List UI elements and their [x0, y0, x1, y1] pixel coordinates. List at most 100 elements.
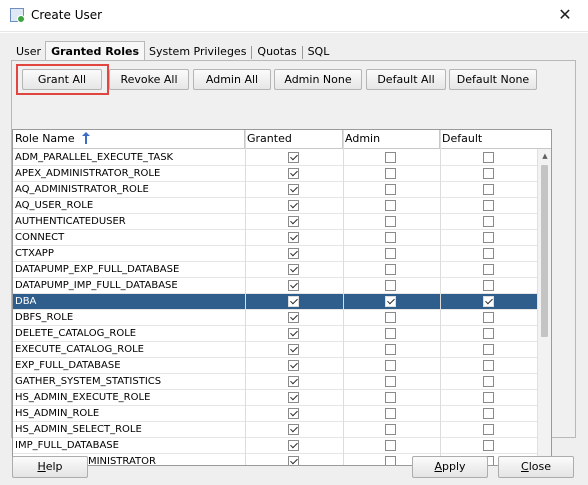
- table-row[interactable]: CONNECT: [13, 230, 538, 246]
- table-row[interactable]: GATHER_SYSTEM_STATISTICS: [13, 374, 538, 390]
- granted-checkbox[interactable]: [288, 328, 299, 339]
- table-row[interactable]: CTXAPP: [13, 246, 538, 262]
- admin-checkbox[interactable]: [385, 232, 396, 243]
- granted-checkbox[interactable]: [288, 296, 299, 307]
- granted-checkbox[interactable]: [288, 360, 299, 371]
- revoke-all-button[interactable]: Revoke All: [109, 69, 189, 90]
- granted-checkbox[interactable]: [288, 312, 299, 323]
- grant-all-button[interactable]: Grant All: [22, 69, 102, 90]
- table-row[interactable]: DATAPUMP_IMP_FULL_DATABASE: [13, 278, 538, 294]
- admin-checkbox[interactable]: [385, 296, 396, 307]
- admin-checkbox[interactable]: [385, 456, 396, 465]
- table-row[interactable]: DBFS_ROLE: [13, 310, 538, 326]
- default-checkbox[interactable]: [483, 424, 494, 435]
- table-row[interactable]: AUTHENTICATEDUSER: [13, 214, 538, 230]
- granted-checkbox[interactable]: [288, 408, 299, 419]
- default-checkbox[interactable]: [483, 152, 494, 163]
- granted-checkbox[interactable]: [288, 392, 299, 403]
- default-checkbox[interactable]: [483, 328, 494, 339]
- admin-checkbox[interactable]: [385, 216, 396, 227]
- granted-checkbox[interactable]: [288, 424, 299, 435]
- scroll-up-icon[interactable]: ▲: [538, 149, 551, 163]
- table-row[interactable]: IMP_FULL_DATABASE: [13, 438, 538, 454]
- granted-checkbox[interactable]: [288, 264, 299, 275]
- default-checkbox[interactable]: [483, 408, 494, 419]
- admin-checkbox[interactable]: [385, 424, 396, 435]
- granted-checkbox[interactable]: [288, 152, 299, 163]
- table-row[interactable]: APEX_ADMINISTRATOR_ROLE: [13, 166, 538, 182]
- table-row[interactable]: AQ_ADMINISTRATOR_ROLE: [13, 182, 538, 198]
- granted-checkbox[interactable]: [288, 200, 299, 211]
- granted-checkbox[interactable]: [288, 280, 299, 291]
- tab-sql[interactable]: SQL: [304, 44, 334, 61]
- default-checkbox[interactable]: [483, 184, 494, 195]
- table-row[interactable]: ADM_PARALLEL_EXECUTE_TASK: [13, 150, 538, 166]
- default-checkbox[interactable]: [483, 280, 494, 291]
- default-checkbox[interactable]: [483, 232, 494, 243]
- default-checkbox[interactable]: [483, 376, 494, 387]
- scrollbar-thumb[interactable]: [541, 165, 548, 337]
- admin-checkbox[interactable]: [385, 392, 396, 403]
- default-checkbox[interactable]: [483, 248, 494, 259]
- close-button[interactable]: Close: [498, 456, 574, 478]
- admin-checkbox[interactable]: [385, 344, 396, 355]
- admin-checkbox[interactable]: [385, 376, 396, 387]
- apply-button[interactable]: Apply: [412, 456, 488, 478]
- table-row[interactable]: EXECUTE_CATALOG_ROLE: [13, 342, 538, 358]
- default-checkbox[interactable]: [483, 296, 494, 307]
- admin-checkbox[interactable]: [385, 408, 396, 419]
- default-checkbox[interactable]: [483, 168, 494, 179]
- granted-checkbox[interactable]: [288, 456, 299, 465]
- admin-checkbox[interactable]: [385, 312, 396, 323]
- default-checkbox[interactable]: [483, 360, 494, 371]
- admin-checkbox[interactable]: [385, 328, 396, 339]
- close-window-icon[interactable]: ✕: [542, 0, 588, 31]
- admin-checkbox[interactable]: [385, 360, 396, 371]
- table-row[interactable]: AQ_USER_ROLE: [13, 198, 538, 214]
- column-header-default[interactable]: Default: [440, 130, 551, 149]
- granted-checkbox[interactable]: [288, 344, 299, 355]
- column-header-granted[interactable]: Granted: [245, 130, 343, 149]
- admin-checkbox[interactable]: [385, 168, 396, 179]
- admin-checkbox[interactable]: [385, 264, 396, 275]
- granted-checkbox[interactable]: [288, 184, 299, 195]
- admin-all-button[interactable]: Admin All: [193, 69, 271, 90]
- tab-quotas[interactable]: Quotas: [253, 44, 300, 61]
- vertical-scrollbar[interactable]: ▲ ▼: [537, 149, 551, 465]
- default-checkbox[interactable]: [483, 344, 494, 355]
- default-checkbox[interactable]: [483, 200, 494, 211]
- admin-none-button[interactable]: Admin None: [274, 69, 362, 90]
- table-row[interactable]: DBA: [13, 294, 538, 310]
- admin-checkbox[interactable]: [385, 184, 396, 195]
- admin-checkbox[interactable]: [385, 200, 396, 211]
- granted-checkbox[interactable]: [288, 440, 299, 451]
- admin-checkbox[interactable]: [385, 440, 396, 451]
- admin-checkbox[interactable]: [385, 280, 396, 291]
- table-row[interactable]: HS_ADMIN_SELECT_ROLE: [13, 422, 538, 438]
- granted-checkbox[interactable]: [288, 376, 299, 387]
- admin-checkbox[interactable]: [385, 248, 396, 259]
- tab-granted-roles[interactable]: Granted Roles: [45, 41, 146, 61]
- table-row[interactable]: DELETE_CATALOG_ROLE: [13, 326, 538, 342]
- tab-user[interactable]: User: [12, 44, 45, 61]
- table-row[interactable]: EXP_FULL_DATABASE: [13, 358, 538, 374]
- granted-checkbox[interactable]: [288, 168, 299, 179]
- granted-checkbox[interactable]: [288, 216, 299, 227]
- default-none-button[interactable]: Default None: [449, 69, 537, 90]
- table-row[interactable]: DATAPUMP_EXP_FULL_DATABASE: [13, 262, 538, 278]
- granted-checkbox[interactable]: [288, 248, 299, 259]
- granted-checkbox[interactable]: [288, 232, 299, 243]
- column-header-role-name[interactable]: Role Name: [13, 130, 245, 149]
- default-all-button[interactable]: Default All: [366, 69, 446, 90]
- default-checkbox[interactable]: [483, 216, 494, 227]
- default-checkbox[interactable]: [483, 264, 494, 275]
- default-checkbox[interactable]: [483, 392, 494, 403]
- default-checkbox[interactable]: [483, 312, 494, 323]
- tab-system-privileges[interactable]: System Privileges: [145, 44, 250, 61]
- help-button[interactable]: Help: [12, 456, 88, 478]
- column-header-admin[interactable]: Admin: [343, 130, 440, 149]
- admin-checkbox[interactable]: [385, 152, 396, 163]
- table-row[interactable]: HS_ADMIN_EXECUTE_ROLE: [13, 390, 538, 406]
- default-checkbox[interactable]: [483, 440, 494, 451]
- table-row[interactable]: HS_ADMIN_ROLE: [13, 406, 538, 422]
